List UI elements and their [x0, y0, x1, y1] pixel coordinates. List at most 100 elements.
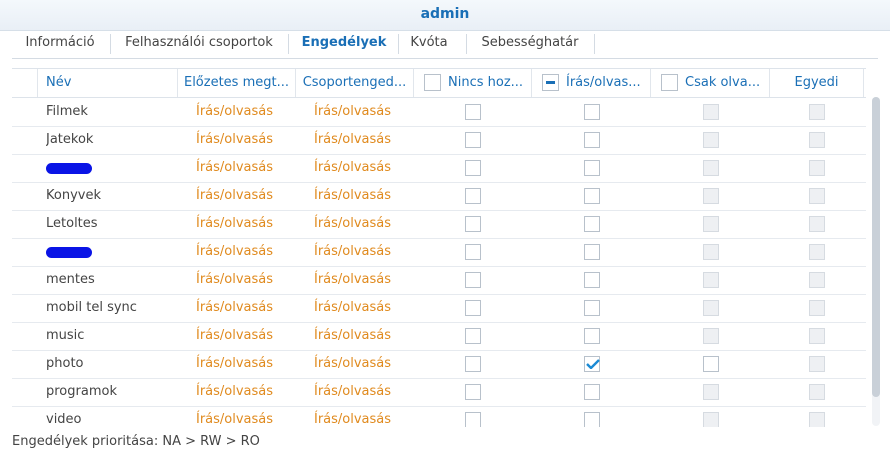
header-read-write-checkbox[interactable]: [542, 74, 559, 91]
custom-checkbox: [809, 272, 825, 288]
tab-permissions[interactable]: Engedélyek: [292, 30, 396, 58]
share-name: video: [46, 412, 82, 427]
tab-speed-limit[interactable]: Sebességhatár: [470, 30, 590, 58]
read-only-checkbox: [703, 300, 719, 316]
table-row[interactable]: Konyvek Írás/olvasás Írás/olvasás: [12, 182, 866, 211]
tab-separator: [288, 34, 289, 54]
preview-permission: Írás/olvasás: [196, 412, 274, 427]
priority-note: Engedélyek prioritása: NA > RW > RO: [12, 434, 260, 449]
no-access-checkbox[interactable]: [465, 216, 481, 232]
no-access-checkbox[interactable]: [465, 244, 481, 260]
share-name: mobil tel sync: [46, 300, 137, 315]
tab-information[interactable]: Információ: [20, 30, 100, 58]
permissions-grid: Név Előzetes megt... Csoportenged... Nin…: [12, 68, 866, 427]
col-header-custom[interactable]: Egyedi: [770, 69, 864, 97]
read-only-checkbox: [703, 328, 719, 344]
header-read-only-checkbox[interactable]: [661, 74, 678, 91]
read-write-checkbox[interactable]: [584, 412, 600, 427]
read-write-checkbox[interactable]: [584, 328, 600, 344]
table-row[interactable]: Filmek Írás/olvasás Írás/olvasás: [12, 98, 866, 127]
col-header-preview[interactable]: Előzetes megt...: [178, 69, 296, 97]
no-access-checkbox[interactable]: [465, 412, 481, 427]
tab-separator: [398, 34, 399, 54]
vertical-scrollbar[interactable]: [872, 97, 880, 426]
preview-permission: Írás/olvasás: [196, 104, 274, 119]
col-header-group-permission[interactable]: Csoportenged...: [296, 69, 414, 97]
group-permission: Írás/olvasás: [314, 244, 392, 259]
table-row[interactable]: programok Írás/olvasás Írás/olvasás: [12, 378, 866, 407]
share-name: programok: [46, 384, 117, 399]
read-write-checkbox[interactable]: [584, 132, 600, 148]
no-access-checkbox[interactable]: [465, 132, 481, 148]
tab-user-groups[interactable]: Felhasználói csoportok: [116, 30, 282, 58]
group-permission: Írás/olvasás: [314, 132, 392, 147]
scrollbar-thumb[interactable]: [872, 97, 880, 397]
table-row[interactable]: photo Írás/olvasás Írás/olvasás: [12, 350, 866, 379]
custom-checkbox: [809, 216, 825, 232]
preview-permission: Írás/olvasás: [196, 216, 274, 231]
read-write-checkbox[interactable]: [584, 272, 600, 288]
no-access-checkbox[interactable]: [465, 160, 481, 176]
read-write-checkbox[interactable]: [584, 188, 600, 204]
custom-checkbox: [809, 160, 825, 176]
share-name: mentes: [46, 272, 95, 287]
read-write-checkbox[interactable]: [584, 160, 600, 176]
col-header-no-access[interactable]: Nincs hoz...: [414, 69, 532, 97]
share-name: Letoltes: [46, 216, 98, 231]
table-row[interactable]: mobil tel sync Írás/olvasás Írás/olvasás: [12, 294, 866, 323]
share-name: Konyvek: [46, 188, 101, 203]
table-row[interactable]: Írás/olvasás Írás/olvasás: [12, 238, 866, 267]
group-permission: Írás/olvasás: [314, 328, 392, 343]
read-write-checkbox[interactable]: [584, 104, 600, 120]
custom-checkbox: [809, 328, 825, 344]
read-write-checkbox[interactable]: [584, 244, 600, 260]
table-row[interactable]: Jatekok Írás/olvasás Írás/olvasás: [12, 126, 866, 155]
table-row[interactable]: music Írás/olvasás Írás/olvasás: [12, 322, 866, 351]
checkmark-icon: [586, 359, 600, 369]
preview-permission: Írás/olvasás: [196, 188, 274, 203]
no-access-checkbox[interactable]: [465, 188, 481, 204]
group-permission: Írás/olvasás: [314, 412, 392, 427]
read-write-checkbox[interactable]: [584, 216, 600, 232]
table-row[interactable]: Írás/olvasás Írás/olvasás: [12, 154, 866, 183]
no-access-checkbox[interactable]: [465, 104, 481, 120]
share-name: photo: [46, 356, 84, 371]
group-permission: Írás/olvasás: [314, 356, 392, 371]
col-header-name[interactable]: Név: [38, 69, 178, 97]
group-permission: Írás/olvasás: [314, 188, 392, 203]
group-permission: Írás/olvasás: [314, 216, 392, 231]
redacted-name: [46, 247, 92, 258]
read-write-checkbox[interactable]: [584, 300, 600, 316]
custom-checkbox: [809, 300, 825, 316]
no-access-checkbox[interactable]: [465, 384, 481, 400]
no-access-checkbox[interactable]: [465, 272, 481, 288]
table-row[interactable]: video Írás/olvasás Írás/olvasás: [12, 406, 866, 427]
read-write-checkbox[interactable]: [584, 356, 600, 372]
col-header-read-only[interactable]: Csak olva...: [651, 69, 770, 97]
tab-quota[interactable]: Kvóta: [404, 30, 454, 58]
share-name: [46, 154, 176, 182]
no-access-checkbox[interactable]: [465, 328, 481, 344]
no-access-checkbox[interactable]: [465, 356, 481, 372]
col-header-read-write[interactable]: Írás/olvas...: [532, 69, 651, 97]
custom-checkbox: [809, 244, 825, 260]
read-only-checkbox[interactable]: [703, 356, 719, 372]
share-name: Filmek: [46, 104, 88, 119]
header-no-access-checkbox[interactable]: [424, 74, 441, 91]
read-only-checkbox: [703, 384, 719, 400]
tab-bar: Információ Felhasználói csoportok Engedé…: [12, 30, 878, 59]
preview-permission: Írás/olvasás: [196, 356, 274, 371]
preview-permission: Írás/olvasás: [196, 160, 274, 175]
no-access-checkbox[interactable]: [465, 300, 481, 316]
read-write-checkbox[interactable]: [584, 384, 600, 400]
custom-checkbox: [809, 412, 825, 427]
preview-permission: Írás/olvasás: [196, 132, 274, 147]
tab-separator: [594, 34, 595, 54]
custom-checkbox: [809, 132, 825, 148]
table-row[interactable]: Letoltes Írás/olvasás Írás/olvasás: [12, 210, 866, 239]
preview-permission: Írás/olvasás: [196, 328, 274, 343]
custom-checkbox: [809, 384, 825, 400]
table-row[interactable]: mentes Írás/olvasás Írás/olvasás: [12, 266, 866, 295]
read-only-checkbox: [703, 104, 719, 120]
read-only-checkbox: [703, 160, 719, 176]
